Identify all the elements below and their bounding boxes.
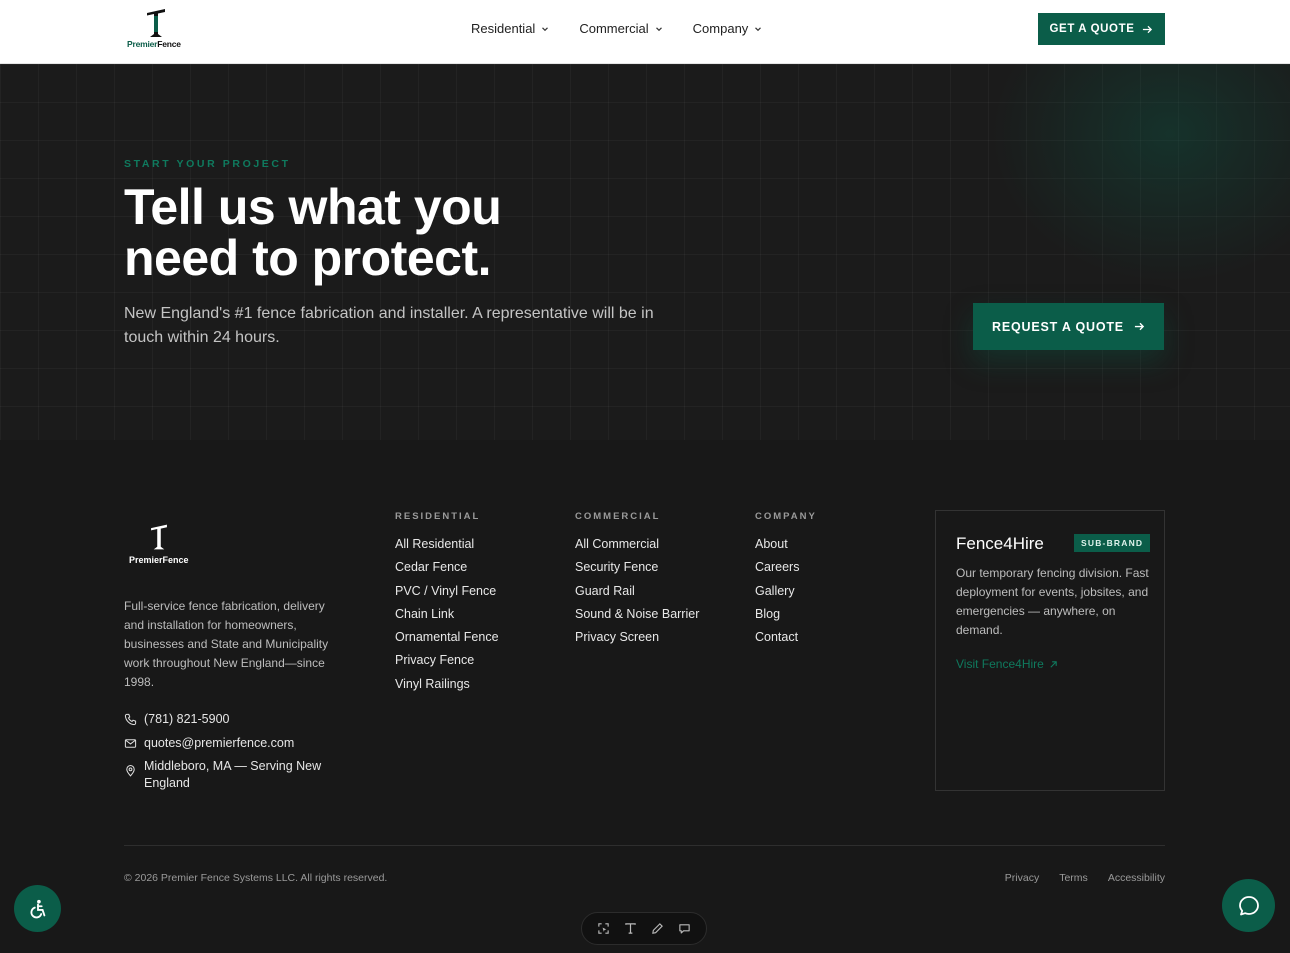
- hero-title: Tell us what you need to protect.: [124, 182, 684, 284]
- chevron-down-icon: [542, 26, 549, 31]
- footer-description: Full-service fence fabrication, delivery…: [124, 599, 329, 689]
- nav-company[interactable]: Company: [693, 21, 763, 36]
- contact-location: Middleboro, MA — Serving New England: [124, 758, 344, 792]
- request-quote-button[interactable]: REQUEST A QUOTE: [973, 303, 1164, 350]
- footer-col-company: COMPANY About Careers Gallery Blog Conta…: [755, 511, 817, 653]
- footer-col-residential: RESIDENTIAL All Residential Cedar Fence …: [395, 511, 499, 700]
- pen-icon: [652, 923, 663, 934]
- select-icon: [597, 923, 609, 934]
- footer-link[interactable]: Chain Link: [395, 607, 499, 630]
- footer-link[interactable]: About: [755, 537, 817, 560]
- footer-divider: [124, 845, 1165, 846]
- mail-icon: [124, 739, 137, 748]
- nav-residential-label: Residential: [471, 21, 536, 36]
- accessibility-link[interactable]: Accessibility: [1108, 872, 1165, 884]
- hero-eyebrow: START YOUR PROJECT: [124, 158, 291, 170]
- footer-link[interactable]: Privacy Screen: [575, 630, 699, 653]
- chevron-down-icon: [655, 26, 662, 31]
- footer-col-heading: COMMERCIAL: [575, 511, 661, 522]
- legal-links: Privacy Terms Accessibility: [1005, 872, 1165, 884]
- visit-fence4hire-label: Visit Fence4Hire: [956, 657, 1044, 671]
- external-arrow-icon: [1050, 660, 1057, 668]
- comment-tool-button[interactable]: [675, 919, 695, 939]
- accessibility-icon: [30, 899, 45, 918]
- phone-icon: [124, 713, 137, 726]
- site-footer: PremierFence Full-service fence fabricat…: [0, 440, 1290, 953]
- footer-link[interactable]: Ornamental Fence: [395, 630, 499, 653]
- nav-company-label: Company: [692, 21, 749, 36]
- footer-link[interactable]: Privacy Fence: [395, 653, 499, 676]
- contact-email[interactable]: quotes@premierfence.com: [124, 735, 344, 752]
- hero-title-line-2: need to protect.: [124, 230, 492, 286]
- main-nav: Residential Commercial Company: [471, 21, 792, 36]
- footer-link[interactable]: Gallery: [755, 584, 817, 607]
- site-logo[interactable]: PremierFence: [125, 6, 189, 52]
- nav-commercial-label: Commercial: [579, 21, 649, 36]
- select-tool-button[interactable]: [593, 919, 613, 939]
- hero-title-line-1: Tell us what you: [124, 179, 502, 235]
- terms-link[interactable]: Terms: [1059, 872, 1088, 884]
- logo-mark-icon: [151, 524, 167, 550]
- privacy-link[interactable]: Privacy: [1005, 872, 1039, 884]
- footer-link[interactable]: Blog: [755, 607, 817, 630]
- editor-toolbar: [581, 912, 707, 945]
- footer-link[interactable]: Careers: [755, 560, 817, 583]
- card-description: Our temporary fencing division. Fast dep…: [956, 566, 1149, 637]
- chevron-down-icon: [755, 26, 762, 31]
- comment-icon: [679, 924, 690, 934]
- footer-link[interactable]: Contact: [755, 630, 817, 653]
- contact-phone[interactable]: (781) 821-5900: [124, 711, 344, 728]
- chat-button[interactable]: [1222, 879, 1275, 932]
- fence4hire-card: Fence4Hire SUB-BRAND Our temporary fenci…: [935, 510, 1165, 791]
- footer-link[interactable]: Guard Rail: [575, 584, 699, 607]
- logo-wordmark: PremierFence: [127, 39, 181, 49]
- get-quote-label: GET A QUOTE: [1049, 23, 1135, 35]
- footer-col-heading: COMPANY: [755, 511, 817, 522]
- footer-link[interactable]: Vinyl Railings: [395, 677, 499, 700]
- text-icon: [625, 923, 636, 934]
- footer-col-heading: RESIDENTIAL: [395, 511, 481, 522]
- contact-phone-text: (781) 821-5900: [144, 712, 230, 726]
- footer-logo[interactable]: PremierFence: [127, 522, 197, 570]
- site-header: PremierFence Residential Commercial Comp…: [0, 0, 1290, 64]
- copyright-text: © 2026 Premier Fence Systems LLC. All ri…: [124, 872, 388, 884]
- nav-residential[interactable]: Residential: [471, 21, 549, 36]
- cta-hero: START YOUR PROJECT Tell us what you need…: [0, 64, 1290, 440]
- contact-location-text: Middleboro, MA — Serving New England: [144, 759, 322, 790]
- nav-commercial[interactable]: Commercial: [579, 21, 662, 36]
- hero-subtitle: New England's #1 fence fabrication and i…: [124, 305, 654, 346]
- get-quote-button[interactable]: GET A QUOTE: [1038, 13, 1165, 45]
- visit-fence4hire-link[interactable]: Visit Fence4Hire: [956, 657, 1058, 671]
- footer-link[interactable]: PVC / Vinyl Fence: [395, 584, 499, 607]
- contact-email-text: quotes@premierfence.com: [144, 736, 295, 750]
- text-tool-button[interactable]: [620, 919, 640, 939]
- footer-col-commercial: COMMERCIAL All Commercial Security Fence…: [575, 511, 699, 653]
- footer-link[interactable]: Security Fence: [575, 560, 699, 583]
- accessibility-button[interactable]: [14, 885, 61, 932]
- footer-link[interactable]: All Residential: [395, 537, 499, 560]
- card-title: Fence4Hire: [956, 534, 1044, 553]
- map-pin-icon: [126, 764, 135, 777]
- footer-link[interactable]: Sound & Noise Barrier: [575, 607, 699, 630]
- pen-tool-button[interactable]: [648, 919, 668, 939]
- footer-link[interactable]: All Commercial: [575, 537, 699, 560]
- chat-bubble-icon: [1238, 895, 1259, 915]
- request-quote-label: REQUEST A QUOTE: [992, 319, 1124, 334]
- sub-brand-badge: SUB-BRAND: [1074, 534, 1151, 552]
- logo-mark-icon: [147, 9, 165, 37]
- hero-glow: [990, 64, 1290, 284]
- footer-link[interactable]: Cedar Fence: [395, 560, 499, 583]
- footer-logo-wordmark: PremierFence: [129, 555, 189, 565]
- arrow-right-icon: [1143, 25, 1153, 33]
- arrow-right-icon: [1134, 322, 1145, 331]
